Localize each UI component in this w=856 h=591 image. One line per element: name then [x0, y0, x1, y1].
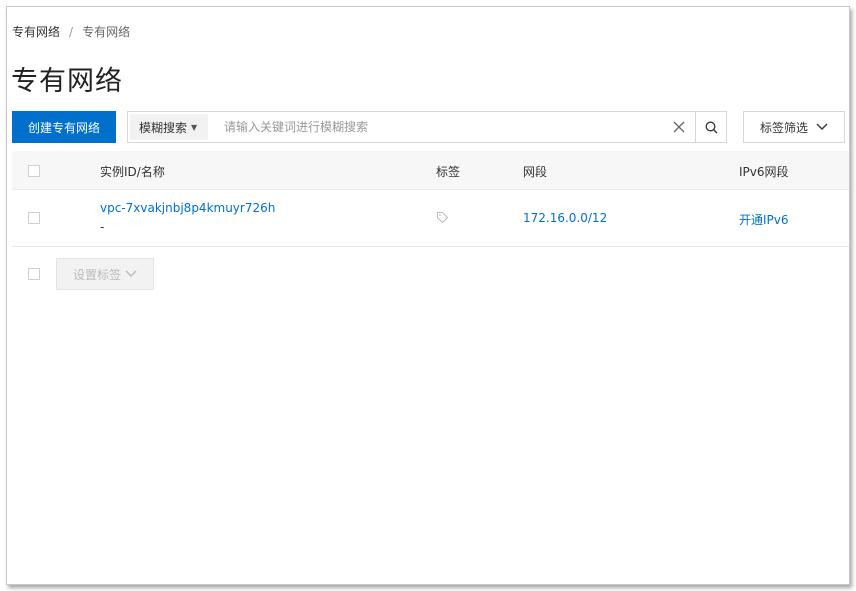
search-group: 模糊搜索 ▼ [127, 111, 727, 143]
search-type-label: 模糊搜索 [139, 120, 188, 135]
vpc-name: - [100, 220, 105, 234]
console-window: 专有网络 / 专有网络 专有网络 创建专有网络 模糊搜索 ▼ 标签筛选 [6, 6, 850, 585]
breadcrumb-current: 专有网络 [82, 25, 131, 39]
breadcrumb: 专有网络 / 专有网络 [12, 23, 130, 40]
create-vpc-button[interactable]: 创建专有网络 [12, 111, 116, 143]
table-footer: 设置标签 [12, 258, 849, 290]
cidr-link[interactable]: 172.16.0.0/12 [523, 211, 607, 225]
column-header-tags: 标签 [436, 165, 461, 179]
set-tags-label: 设置标签 [72, 267, 121, 282]
vpc-id-link[interactable]: vpc-7xvakjnbj8p4kmuyr726h [100, 201, 275, 215]
row-checkbox[interactable] [28, 212, 40, 224]
column-header-instance: 实例ID/名称 [100, 165, 165, 179]
enable-ipv6-link[interactable]: 开通IPv6 [739, 211, 789, 228]
column-header-ipv6: IPv6网段 [739, 165, 789, 179]
tag-filter-button[interactable]: 标签筛选 [743, 111, 845, 143]
footer-select-all-checkbox[interactable] [28, 268, 40, 280]
search-input[interactable] [216, 114, 656, 140]
vpc-table: 实例ID/名称 标签 网段 IPv6网段 vpc-7xvakjnbj8p4kmu… [12, 151, 849, 247]
clear-icon[interactable] [668, 116, 690, 138]
page-title: 专有网络 [11, 66, 123, 97]
toolbar: 创建专有网络 模糊搜索 ▼ 标签筛选 [12, 111, 846, 143]
chevron-down-icon [816, 123, 828, 130]
select-all-checkbox[interactable] [28, 165, 40, 177]
caret-down-icon: ▼ [191, 122, 198, 132]
breadcrumb-separator: / [69, 24, 74, 39]
tag-icon[interactable] [436, 211, 449, 227]
table-row: vpc-7xvakjnbj8p4kmuyr726h - 172.16.0.0/1… [12, 190, 849, 247]
column-header-cidr: 网段 [523, 165, 548, 179]
table-header: 实例ID/名称 标签 网段 IPv6网段 [12, 151, 849, 190]
search-icon [705, 121, 717, 133]
search-button[interactable] [695, 112, 726, 142]
search-type-select[interactable]: 模糊搜索 ▼ [130, 114, 208, 140]
breadcrumb-root[interactable]: 专有网络 [12, 23, 60, 40]
set-tags-button[interactable]: 设置标签 [56, 258, 154, 290]
chevron-down-icon [125, 270, 137, 277]
tag-filter-label: 标签筛选 [759, 120, 808, 135]
